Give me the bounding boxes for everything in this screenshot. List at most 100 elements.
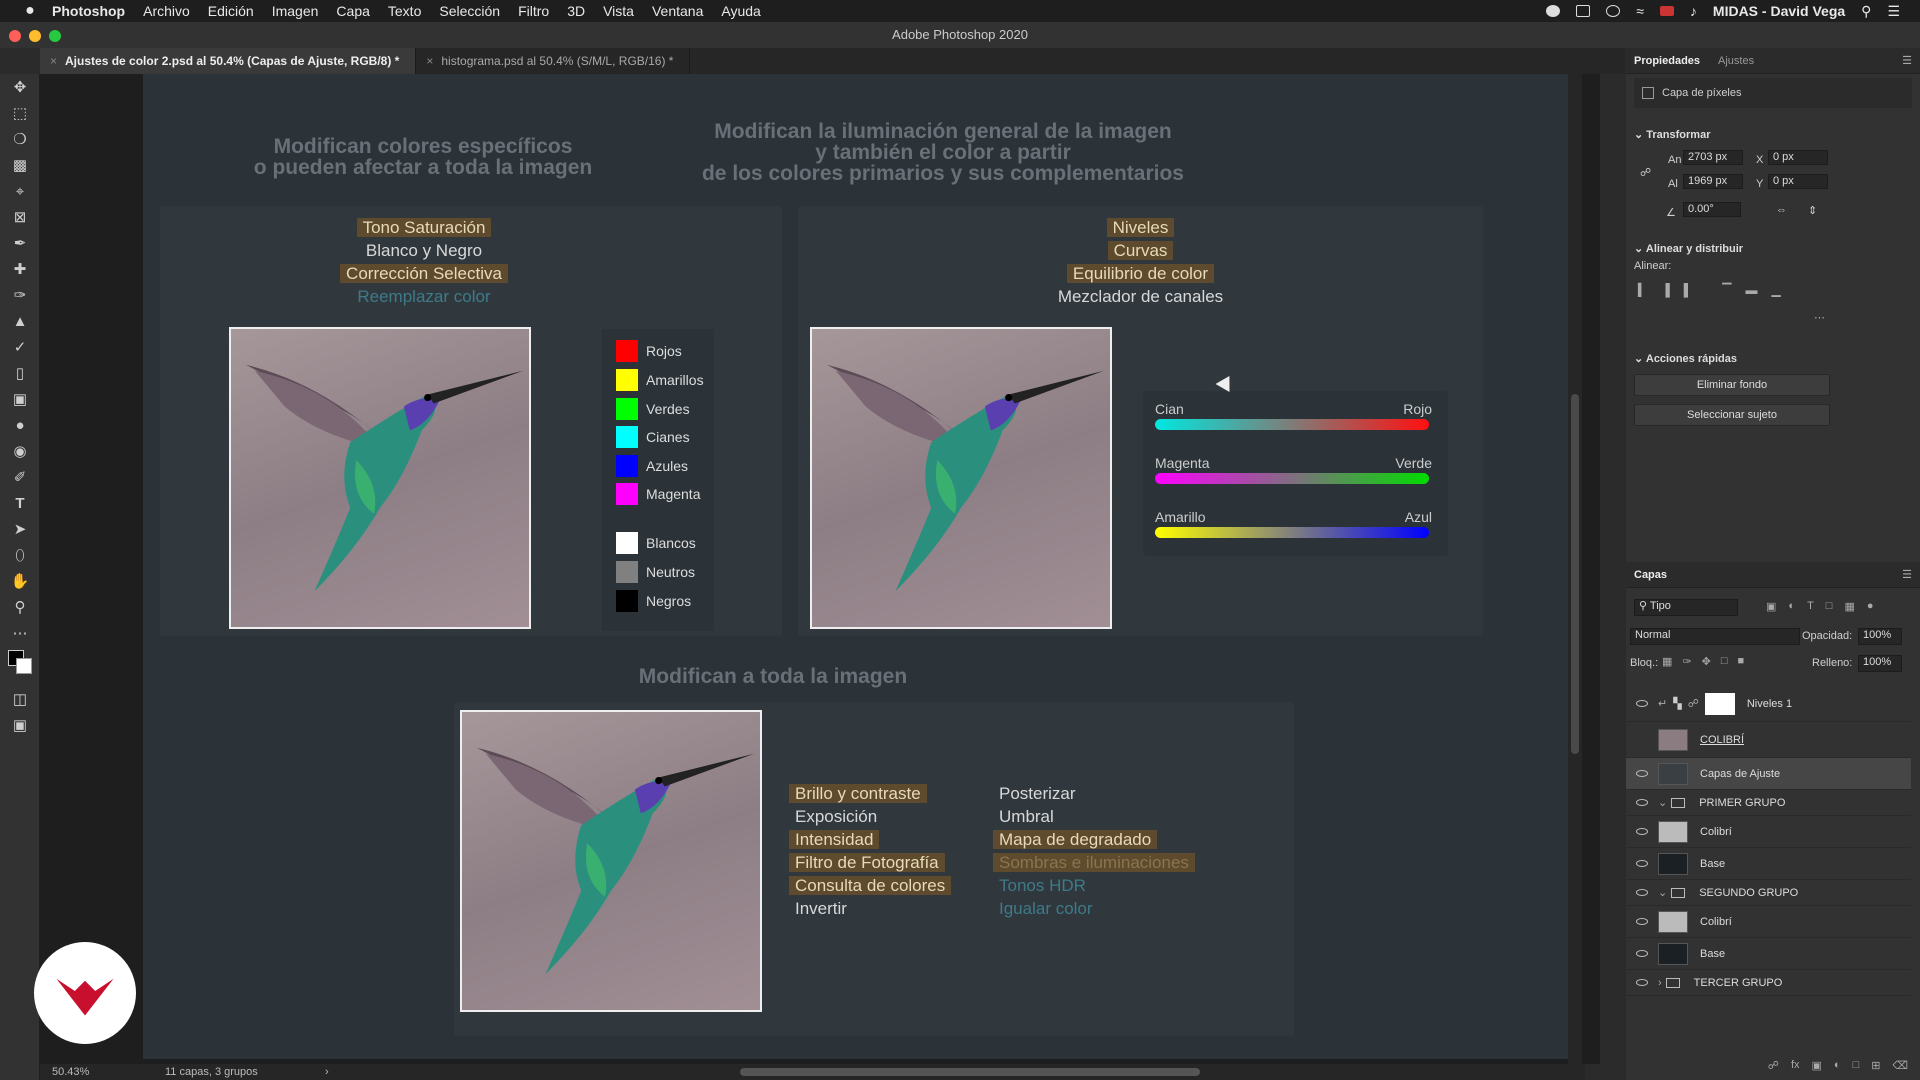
chevron-down-icon[interactable]: ⌄ [1634,353,1646,365]
width-field[interactable]: 2703 px [1683,150,1743,165]
path-selection-icon[interactable]: ➤ [0,516,40,542]
maximize-window-icon[interactable] [49,30,61,42]
visibility-eye-icon[interactable] [1636,950,1648,957]
history-brush-icon[interactable]: ✓ [0,334,40,360]
menu-filtro[interactable]: Filtro [518,3,549,19]
canvas-area[interactable]: Modifican colores específicos o pueden a… [40,74,1600,1064]
trash-icon[interactable]: ⌫ [1892,1059,1908,1072]
chevron-down-icon[interactable]: ⌄ [1658,886,1667,899]
blur-tool-icon[interactable]: ● [0,412,40,438]
remove-background-button[interactable]: Eliminar fondo [1634,374,1830,396]
lock-pixels-icon[interactable]: ✑ [1682,655,1691,668]
menu-archivo[interactable]: Archivo [143,3,190,19]
chevron-right-icon[interactable]: › [325,1064,329,1080]
frame-tool-icon[interactable]: ⊠ [0,204,40,230]
menu-capa[interactable]: Capa [336,3,369,19]
visibility-eye-icon[interactable] [1636,770,1648,777]
minimize-window-icon[interactable] [29,30,41,42]
close-tab-icon[interactable]: × [426,54,433,68]
screen-mode-icon[interactable]: ▣ [0,712,40,738]
menu-edicion[interactable]: Edición [208,3,254,19]
new-layer-icon[interactable]: ⊞ [1871,1059,1880,1072]
crop-tool-icon[interactable]: ⌖ [0,178,40,204]
healing-brush-icon[interactable]: ✚ [0,256,40,282]
creative-cloud-icon[interactable] [1606,5,1621,17]
visibility-eye-icon[interactable] [1636,918,1648,925]
eraser-icon[interactable]: ▯ [0,360,40,386]
zoom-level[interactable]: 50.43% [52,1064,89,1080]
list-icon[interactable]: ☰ [1887,3,1900,20]
y-field[interactable]: 0 px [1768,174,1828,189]
shape-tool-icon[interactable]: ⬯ [0,542,40,568]
align-left-icon[interactable]: ▍ [1638,283,1647,297]
filter-adjustment-icon[interactable]: ◐ [1788,600,1795,613]
fx-icon[interactable]: fx [1791,1059,1800,1071]
flip-horizontal-icon[interactable]: ⇔ [1776,204,1787,216]
chevron-down-icon[interactable]: ⌄ [1634,129,1646,141]
layer-group-row[interactable]: › TERCER GRUPO [1626,970,1911,996]
select-subject-button[interactable]: Seleccionar sujeto [1634,404,1830,426]
align-right-icon[interactable]: ▌ [1684,283,1693,297]
menu-app[interactable]: Photoshop [52,3,125,19]
menu-imagen[interactable]: Imagen [272,3,319,19]
visibility-eye-icon[interactable] [1636,889,1648,896]
angle-field[interactable]: 0.00° [1683,202,1741,217]
eyedropper-icon[interactable]: ✒ [0,230,40,256]
lock-all-icon[interactable]: ■ [1738,655,1745,668]
layer-row[interactable]: ↵ ▚ ☍ Niveles 1 [1626,686,1911,722]
lock-position-icon[interactable]: ✥ [1702,655,1711,668]
record-icon[interactable] [1546,5,1561,17]
type-tool-icon[interactable]: T [0,490,40,516]
flag-icon[interactable] [1659,6,1674,16]
layer-row[interactable]: Base [1626,848,1911,880]
search-icon[interactable]: ⚲ [1861,3,1871,20]
magenta-green-slider[interactable] [1155,473,1429,484]
transform-section[interactable]: ⌄ Transformar [1626,128,1710,141]
visibility-eye-icon[interactable] [1636,799,1648,806]
horizontal-scrollbar[interactable] [740,1068,1200,1076]
pen-tool-icon[interactable]: ✐ [0,464,40,490]
marquee-tool-icon[interactable]: ⬚ [0,100,40,126]
link-layers-icon[interactable]: ☍ [1768,1059,1779,1072]
panel-menu-icon[interactable]: ☰ [1902,568,1912,581]
quick-mask-icon[interactable]: ◫ [0,686,40,712]
vertical-scrollbar[interactable] [1568,74,1582,1064]
filter-toggle-icon[interactable]: ● [1867,600,1874,613]
filter-pixel-icon[interactable]: ▣ [1766,600,1776,613]
user-name[interactable]: MIDAS - David Vega [1713,3,1845,19]
menu-3d[interactable]: 3D [567,3,585,19]
wifi-icon[interactable]: ≈ [1636,3,1644,19]
color-swatches-icon[interactable] [0,646,40,686]
tab-properties[interactable]: Propiedades [1634,55,1700,67]
menu-seleccion[interactable]: Selección [439,3,500,19]
align-center-icon[interactable]: ▐ [1661,283,1670,297]
filter-smart-icon[interactable]: ▦ [1844,600,1854,613]
chevron-down-icon[interactable]: ⌄ [1658,796,1667,809]
filter-shape-icon[interactable]: □ [1826,600,1833,613]
visibility-eye-icon[interactable] [1636,700,1648,707]
visibility-eye-icon[interactable] [1636,860,1648,867]
gradient-tool-icon[interactable]: ▣ [0,386,40,412]
cyan-red-slider[interactable] [1155,419,1429,430]
layer-row[interactable]: COLIBRÍ [1626,722,1911,758]
more-options-icon[interactable]: ⋯ [1814,311,1825,324]
tab-histograma[interactable]: × histograma.psd al 50.4% (S/M/L, RGB/16)… [416,48,691,74]
lock-transparency-icon[interactable]: ▦ [1662,655,1672,668]
lasso-tool-icon[interactable]: ❍ [0,126,40,152]
layer-filter-select[interactable]: ⚲ Tipo [1634,599,1738,616]
chevron-right-icon[interactable]: › [1658,977,1662,989]
brush-tool-icon[interactable]: ✑ [0,282,40,308]
quick-actions-section[interactable]: ⌄ Acciones rápidas [1626,352,1737,365]
menu-ayuda[interactable]: Ayuda [721,3,760,19]
height-field[interactable]: 1969 px [1683,174,1743,189]
stamp-tool-icon[interactable]: ▲ [0,308,40,334]
new-adjustment-icon[interactable]: ◐ [1834,1059,1841,1071]
align-bottom-icon[interactable]: ▁ [1772,283,1781,297]
opacity-field[interactable]: 100% [1858,628,1902,645]
layer-group-row[interactable]: ⌄ SEGUNDO GRUPO [1626,880,1911,906]
yellow-blue-slider[interactable] [1155,527,1429,538]
menu-texto[interactable]: Texto [388,3,421,19]
new-group-icon[interactable]: □ [1853,1059,1860,1071]
x-field[interactable]: 0 px [1768,150,1828,165]
lock-artboard-icon[interactable]: □ [1721,655,1728,668]
